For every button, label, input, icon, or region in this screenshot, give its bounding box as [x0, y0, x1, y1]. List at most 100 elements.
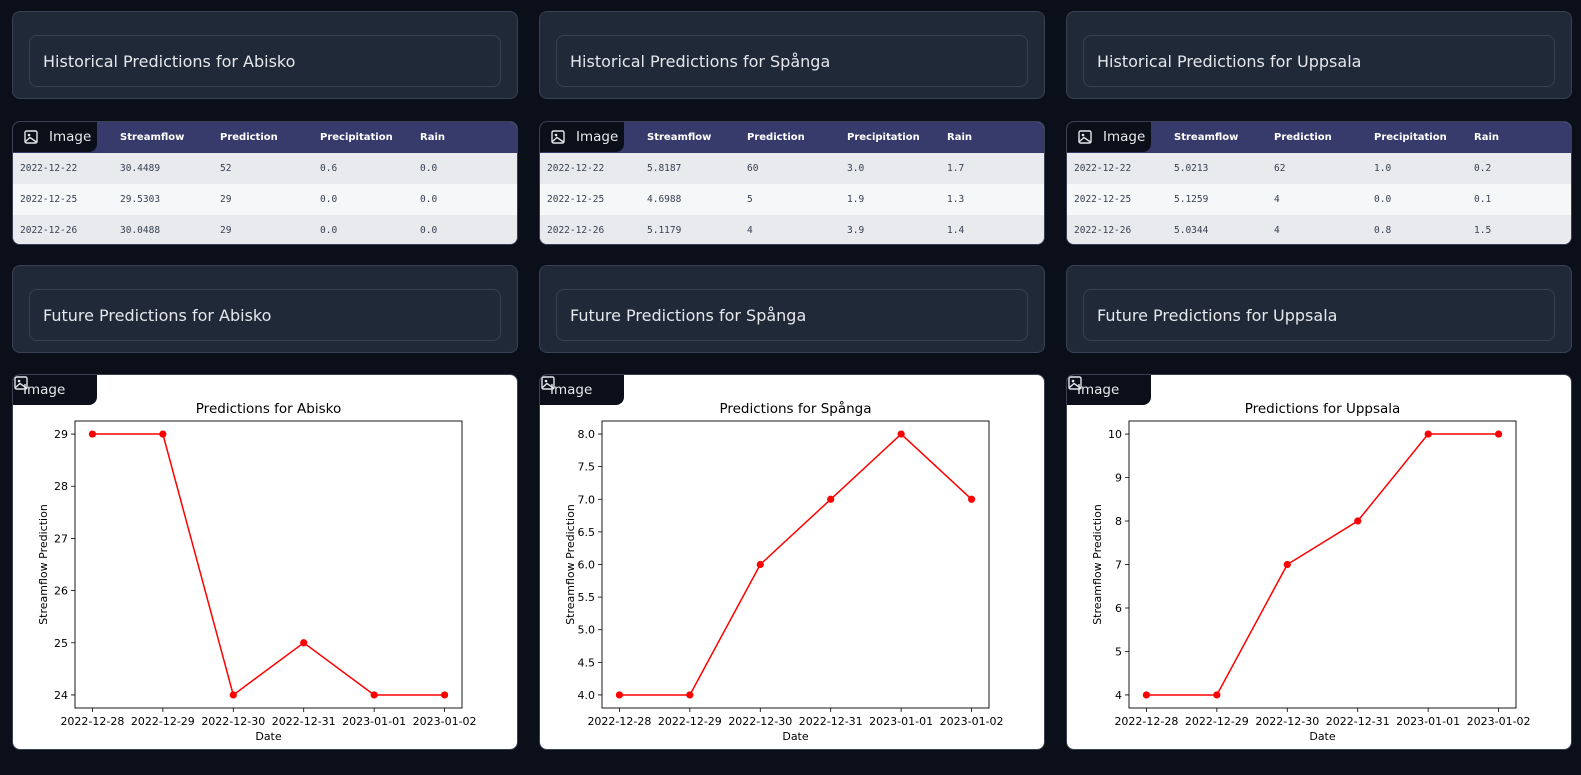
- y-tick-label: 9: [1115, 472, 1122, 485]
- data-point: [88, 430, 97, 438]
- x-tick-label: 2023-01-01: [342, 715, 406, 728]
- image-icon: [1068, 376, 1082, 390]
- future-title-card: Future Predictions for Spånga: [539, 265, 1045, 353]
- cell-date: 2022-12-22: [547, 163, 605, 174]
- cell-date: 2022-12-26: [20, 225, 78, 236]
- x-axis-label: Date: [255, 730, 282, 743]
- future-title: Future Predictions for Uppsala: [1083, 289, 1555, 341]
- image-icon: [24, 130, 38, 144]
- table-row: 2022-12-26 5.0344 4 0.8 1.5: [1067, 215, 1571, 244]
- x-axis-label: Date: [1309, 730, 1336, 743]
- image-badge-label: Image: [23, 382, 66, 398]
- cell-rain: 0.0: [420, 194, 438, 205]
- x-tick-label: 2022-12-30: [728, 715, 792, 728]
- cell-precipitation: 1.9: [847, 194, 865, 205]
- col-header-rain: Rain: [420, 132, 445, 143]
- plot-frame: [74, 420, 463, 709]
- y-tick-label: 7.5: [578, 461, 596, 474]
- cell-prediction: 52: [220, 163, 232, 174]
- y-tick-label: 4.5: [578, 656, 596, 669]
- y-tick-label: 8.0: [578, 428, 596, 441]
- line-chart-abisko: Predictions for Abisko 24 25 26 27 28 29 2022-1…: [37, 401, 477, 743]
- y-tick-label: 26: [54, 585, 68, 598]
- cell-prediction: 4: [1274, 194, 1280, 205]
- cell-precipitation: 3.0: [847, 163, 865, 174]
- y-tick-label: 25: [54, 637, 68, 650]
- y-tick-label: 5.5: [578, 591, 596, 604]
- col-header-streamflow: Streamflow: [1174, 132, 1239, 143]
- col-header-streamflow: Streamflow: [647, 132, 712, 143]
- image-badge: Image: [13, 122, 97, 152]
- chart-card: Predictions for Abisko 24 25 26 27 28 29 2022-1…: [12, 374, 518, 750]
- historical-title: Historical Predictions for Abisko: [29, 35, 501, 87]
- y-axis-label: Streamflow Prediction: [1091, 504, 1104, 625]
- cell-rain: 1.5: [1474, 225, 1492, 236]
- data-point: [686, 691, 694, 699]
- table-row: 2022-12-25 5.1259 4 0.0 0.1: [1067, 184, 1571, 215]
- cell-precipitation: 3.9: [847, 225, 865, 236]
- cell-precipitation: 0.0: [1374, 194, 1392, 205]
- data-point: [1213, 691, 1221, 699]
- data-point: [615, 691, 624, 699]
- x-tick-label: 2022-12-30: [201, 715, 265, 728]
- y-axis-label: Streamflow Prediction: [564, 504, 577, 625]
- image-icon: [541, 376, 555, 390]
- image-badge-label: Image: [49, 129, 92, 145]
- table-row: 2022-12-22 5.0213 62 1.0 0.2: [1067, 153, 1571, 184]
- image-badge: Image: [1067, 375, 1151, 405]
- cell-rain: 0.2: [1474, 163, 1492, 174]
- y-tick-label: 4: [1115, 689, 1122, 702]
- col-header-prediction: Prediction: [747, 132, 805, 143]
- data-point: [897, 430, 905, 438]
- col-header-precipitation: Precipitation: [847, 132, 920, 143]
- chart-title: Predictions for Spånga: [719, 400, 871, 417]
- x-tick-label: 2023-01-02: [413, 715, 477, 728]
- cell-prediction: 29: [220, 194, 232, 205]
- y-tick-label: 7.0: [578, 493, 596, 506]
- data-point: [1283, 560, 1291, 569]
- image-badge-label: Image: [550, 382, 593, 398]
- table-row: 2022-12-22 5.8187 60 3.0 1.7: [540, 153, 1044, 184]
- line-chart-spanga: Predictions for Spånga 4.0 4.5 5.0 5.5 6.0 6.5…: [564, 400, 1004, 743]
- cell-date: 2022-12-25: [1074, 194, 1132, 205]
- data-point: [159, 430, 167, 438]
- plot-frame: [601, 420, 990, 709]
- cell-date: 2022-12-22: [1074, 163, 1132, 174]
- series-line: [619, 433, 973, 696]
- image-badge-label: Image: [1103, 129, 1146, 145]
- y-axis-label: Streamflow Prediction: [37, 504, 50, 625]
- x-tick-label: 2023-01-01: [1396, 715, 1460, 728]
- data-point: [1142, 691, 1151, 699]
- cell-rain: 1.3: [947, 194, 965, 205]
- cell-streamflow: 5.0344: [1174, 225, 1209, 236]
- table-row: 2022-12-26 5.1179 4 3.9 1.4: [540, 215, 1044, 244]
- cell-date: 2022-12-26: [1074, 225, 1132, 236]
- historical-table: Image Streamflow Prediction Precipitatio…: [12, 121, 518, 245]
- image-badge: Image: [540, 375, 624, 405]
- historical-title: Historical Predictions for Uppsala: [1083, 35, 1555, 87]
- series-line: [1146, 433, 1499, 696]
- historical-table: Image Streamflow Prediction Precipitatio…: [539, 121, 1045, 245]
- cell-streamflow: 5.0213: [1174, 163, 1209, 174]
- x-tick-label: 2023-01-02: [1467, 715, 1531, 728]
- data-point: [967, 495, 976, 503]
- cell-streamflow: 5.1179: [647, 225, 682, 236]
- data-point: [440, 691, 449, 699]
- cell-prediction: 60: [747, 163, 759, 174]
- cell-streamflow: 29.5303: [120, 194, 161, 205]
- cell-streamflow: 5.8187: [647, 163, 682, 174]
- historical-title-card: Historical Predictions for Abisko: [12, 11, 518, 99]
- x-axis-label: Date: [782, 730, 809, 743]
- future-title: Future Predictions for Spånga: [556, 289, 1028, 341]
- table-row: 2022-12-25 4.6988 5 1.9 1.3: [540, 184, 1044, 215]
- x-tick-label: 2022-12-29: [1185, 715, 1249, 728]
- cell-precipitation: 0.8: [1374, 225, 1392, 236]
- cell-prediction: 62: [1274, 163, 1286, 174]
- image-badge-label: Image: [576, 129, 619, 145]
- data-point: [827, 495, 835, 503]
- x-tick-label: 2022-12-28: [587, 715, 651, 728]
- col-header-rain: Rain: [947, 132, 972, 143]
- y-tick-label: 24: [54, 689, 68, 702]
- image-icon: [551, 130, 565, 144]
- y-tick-label: 6.5: [578, 526, 596, 539]
